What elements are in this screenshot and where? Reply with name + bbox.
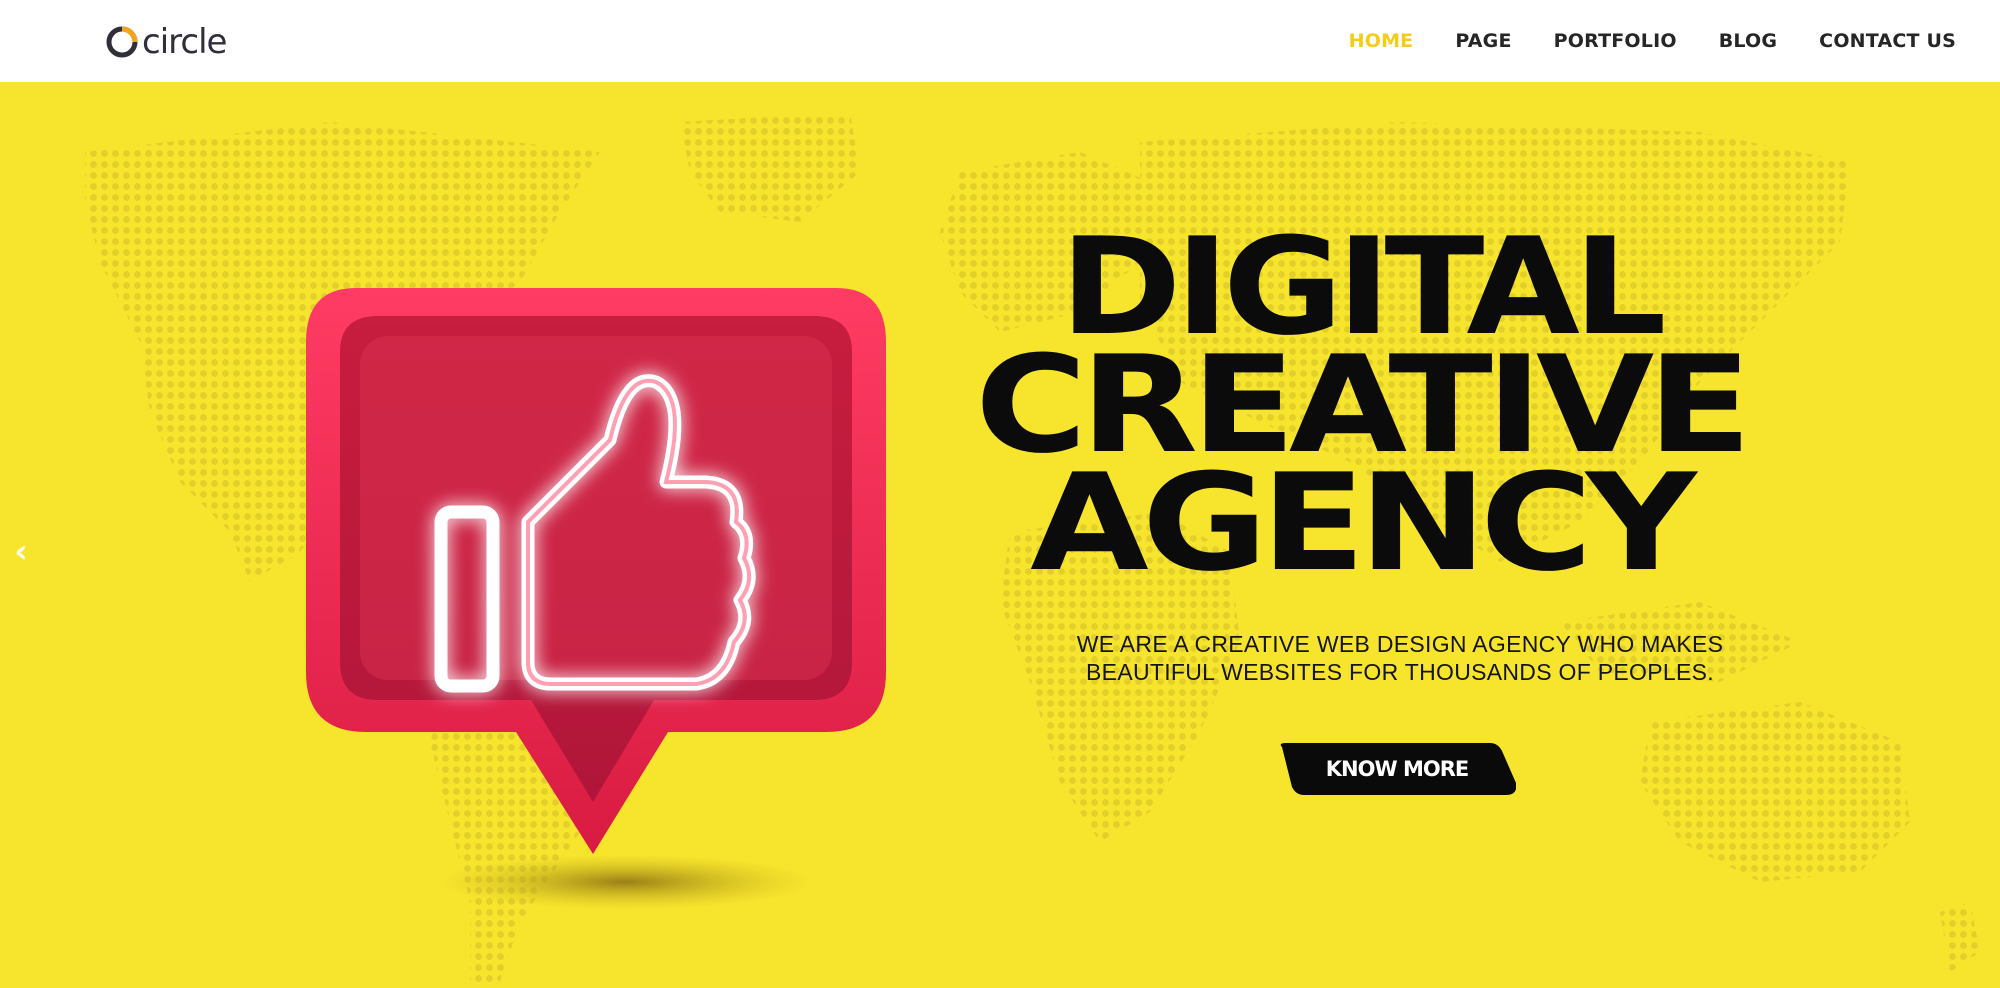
hero-subtext: WE ARE A CREATIVE WEB DESIGN AGENCY WHO … (1000, 630, 1800, 686)
hero-slider: ‹ DIGITAL CREATIVE AGENCY WE ARE A CREAT… (0, 82, 2000, 988)
main-nav: HOME PAGE PORTFOLIO BLOG CONTACT US (1307, 30, 1956, 52)
circle-logo-icon (106, 26, 138, 58)
nav-item-home[interactable]: HOME (1349, 30, 1414, 52)
slider-prev-arrow[interactable]: ‹ (8, 534, 34, 568)
nav-item-blog[interactable]: BLOG (1719, 30, 1777, 52)
thumbs-up-bubble-icon (306, 288, 886, 910)
nav-item-page[interactable]: PAGE (1455, 30, 1511, 52)
subtext-line-2: BEAUTIFUL WEBSITES FOR THOUSANDS OF PEOP… (1086, 659, 1714, 685)
know-more-label: KNOW MORE (1325, 757, 1469, 781)
top-navbar: circle HOME PAGE PORTFOLIO BLOG CONTACT … (0, 0, 2000, 82)
brand-logo[interactable]: circle (104, 20, 227, 64)
nav-item-contact-us[interactable]: CONTACT US (1819, 30, 1956, 52)
subtext-line-1: WE ARE A CREATIVE WEB DESIGN AGENCY WHO … (1076, 631, 1724, 657)
know-more-button[interactable]: KNOW MORE (1278, 743, 1516, 795)
headline-line-3: AGENCY (1030, 445, 1697, 601)
hero-headline: DIGITAL CREATIVE AGENCY (960, 220, 1760, 590)
nav-item-portfolio[interactable]: PORTFOLIO (1554, 30, 1677, 52)
brand-name: circle (142, 22, 227, 62)
